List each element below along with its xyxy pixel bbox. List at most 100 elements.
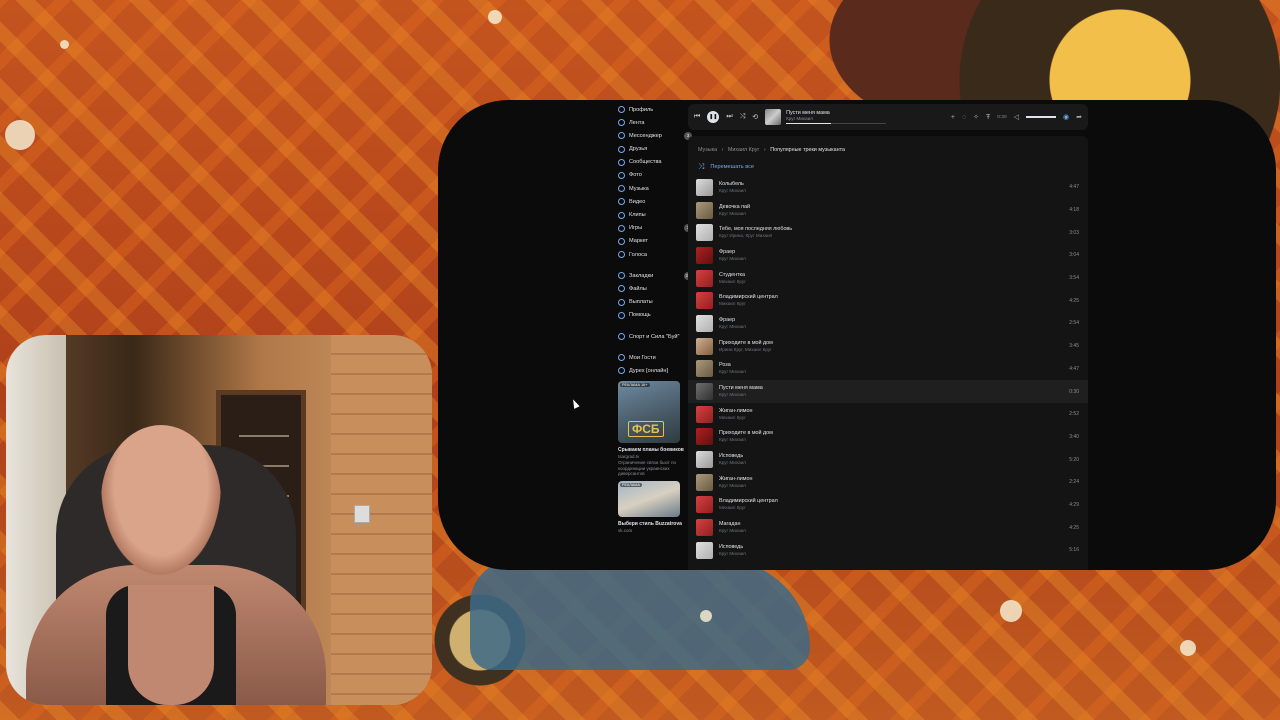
track-title[interactable]: Исповедь: [719, 544, 1069, 551]
track-cover[interactable]: [696, 541, 713, 559]
track-row[interactable]: Тебе, моя последняя любовь Круг Ирина, Кр…: [688, 221, 1088, 244]
track-cover[interactable]: [696, 337, 713, 355]
track-row[interactable]: Колыбель Круг Михаил 4:47: [688, 176, 1088, 199]
track-row[interactable]: Приходите в мой дом Круг Михаил 3:40: [688, 426, 1088, 449]
track-artist[interactable]: Круг Михаил: [719, 460, 1069, 466]
track-artist[interactable]: Михаил Круг: [719, 415, 1069, 421]
track-cover[interactable]: [696, 428, 713, 446]
track-title[interactable]: Приходите в мой дом: [719, 340, 1069, 347]
track-artist[interactable]: Круг Михаил: [719, 392, 1069, 398]
sidebar-item[interactable]: Музыка: [618, 182, 688, 195]
track-title[interactable]: Исповедь: [719, 453, 1069, 460]
text-icon[interactable]: Ŧ: [986, 114, 990, 121]
track-artist[interactable]: Круг Ирина, Круг Михаил: [719, 233, 1069, 239]
track-cover[interactable]: [696, 178, 713, 196]
track-title[interactable]: Роза: [719, 362, 1069, 369]
track-row[interactable]: Исповедь Круг Михаил 5:20: [688, 448, 1088, 471]
track-artist[interactable]: Круг Михаил: [719, 324, 1069, 330]
progress-bar[interactable]: [786, 123, 887, 124]
sidebar-item[interactable]: Мессенджер 3: [618, 129, 692, 142]
track-artist[interactable]: Круг Михаил: [719, 369, 1069, 375]
track-cover[interactable]: [696, 246, 713, 264]
track-row[interactable]: Владимирский централ Михаил Круг 4:25: [688, 289, 1088, 312]
track-row[interactable]: Владимирский централ Михаил Круг 4:29: [688, 494, 1088, 517]
track-title[interactable]: Фраер: [719, 249, 1069, 256]
prev-icon[interactable]: ⏮: [694, 113, 700, 121]
track-row[interactable]: Пусти меня мама Круг Михаил 0:30: [688, 380, 1088, 403]
sidebar-item[interactable]: Спорт и Сила "Буй": [618, 330, 688, 343]
volume-slider[interactable]: [1026, 116, 1057, 118]
sidebar-item[interactable]: Выплаты: [618, 296, 688, 309]
track-artist[interactable]: Круг Михаил: [719, 211, 1069, 217]
track-cover[interactable]: [696, 201, 713, 219]
track-title[interactable]: Студентка: [719, 272, 1069, 279]
sidebar-item[interactable]: Профиль: [618, 103, 688, 116]
track-cover[interactable]: [696, 519, 713, 537]
track-title[interactable]: Тебе, моя последняя любовь: [719, 226, 1069, 233]
track-cover[interactable]: [696, 360, 713, 378]
track-row[interactable]: Приходите в мой дом Ирина Круг, Михаил Кр…: [688, 335, 1088, 358]
track-title[interactable]: Жиган-лимон: [719, 476, 1069, 483]
sidebar-item[interactable]: Голоса: [618, 248, 688, 261]
track-row[interactable]: Студентка Михаил Круг 3:54: [688, 267, 1088, 290]
sidebar-item[interactable]: Закладки24: [618, 269, 692, 282]
track-artist[interactable]: Михаил Круг: [719, 279, 1069, 285]
sidebar-item[interactable]: Маркет: [618, 235, 688, 248]
track-title[interactable]: Пусти меня мама: [719, 385, 1069, 392]
track-artist[interactable]: Круг Михаил: [719, 188, 1069, 194]
track-artist[interactable]: Круг Михаил: [719, 528, 1069, 534]
track-cover[interactable]: [696, 473, 713, 491]
pause-icon[interactable]: ❚❚: [707, 111, 720, 123]
sidebar-item[interactable]: Лента: [618, 116, 688, 129]
track-row[interactable]: Жиган-лимон Михаил Круг 2:52: [688, 403, 1088, 426]
track-artist[interactable]: Круг Михаил: [719, 551, 1069, 557]
repeat-icon[interactable]: ⟲: [752, 113, 758, 121]
ad-fsb[interactable]: РЕКЛАМА 16+ ФСБ Срываем планы боевиков t…: [618, 381, 684, 477]
track-cover[interactable]: [696, 224, 713, 242]
ad-style[interactable]: РЕКЛАМА Выбери стиль Buzzatrova vk.com: [618, 480, 684, 533]
sidebar-item[interactable]: Дурех [онлайн]: [618, 364, 688, 377]
track-title[interactable]: Магадан: [719, 521, 1069, 528]
sidebar-item[interactable]: Друзья: [618, 143, 688, 156]
track-cover[interactable]: [696, 451, 713, 469]
track-artist[interactable]: Круг Михаил: [719, 256, 1069, 262]
track-artist[interactable]: Михаил Круг: [719, 301, 1069, 307]
track-row[interactable]: Фраер Круг Михаил 2:54: [688, 312, 1088, 335]
track-cover[interactable]: [696, 314, 713, 332]
track-artist[interactable]: Ирина Круг, Михаил Круг: [719, 347, 1069, 353]
track-title[interactable]: Колыбель: [719, 181, 1069, 188]
sidebar-item[interactable]: Мои Гости: [618, 351, 688, 364]
sidebar-item[interactable]: Помощь: [618, 309, 688, 322]
track-artist[interactable]: Круг Михаил: [719, 483, 1069, 489]
shuffle-all-button[interactable]: ⤨ Перемешать все: [688, 153, 1088, 172]
sidebar-item[interactable]: Видео: [618, 195, 688, 208]
track-cover[interactable]: [696, 292, 713, 310]
share-icon[interactable]: ➦: [1076, 113, 1082, 121]
track-row[interactable]: Жиган-лимон Круг Михаил 2:24: [688, 471, 1088, 494]
track-cover[interactable]: [696, 269, 713, 287]
track-row[interactable]: Роза Круг Михаил 4:47: [688, 358, 1088, 381]
track-title[interactable]: Владимирский централ: [719, 294, 1069, 301]
track-title[interactable]: Фраер: [719, 317, 1069, 324]
breadcrumb-music[interactable]: Музыка: [698, 147, 717, 153]
track-cover[interactable]: [696, 405, 713, 423]
sidebar-item[interactable]: Фото: [618, 169, 688, 182]
volume-icon[interactable]: ◁: [1014, 113, 1019, 121]
next-icon[interactable]: ⏭: [726, 113, 732, 121]
track-cover[interactable]: [696, 383, 713, 401]
track-row[interactable]: Девочка пай Круг Михаил 4:18: [688, 199, 1088, 222]
add-icon[interactable]: +: [951, 114, 955, 121]
track-artist[interactable]: Круг Михаил: [719, 437, 1069, 443]
track-title[interactable]: Девочка пай: [719, 204, 1069, 211]
track-title[interactable]: Владимирский централ: [719, 498, 1069, 505]
now-playing-info[interactable]: Пусти меня мама Круг Михаил: [786, 110, 887, 124]
track-title[interactable]: Приходите в мой дом: [719, 430, 1069, 437]
lyrics-icon[interactable]: ◌: [962, 114, 966, 121]
track-title[interactable]: Жиган-лимон: [719, 408, 1069, 415]
broadcast-icon[interactable]: ◉: [1063, 113, 1069, 121]
track-row[interactable]: Магадан Круг Михаил 4:25: [688, 516, 1088, 539]
track-cover[interactable]: [696, 496, 713, 514]
track-row[interactable]: Исповедь Круг Михаил 5:16: [688, 539, 1088, 562]
breadcrumb-artist[interactable]: Михаил Круг: [728, 147, 760, 153]
sidebar-item[interactable]: Сообщества: [618, 156, 688, 169]
